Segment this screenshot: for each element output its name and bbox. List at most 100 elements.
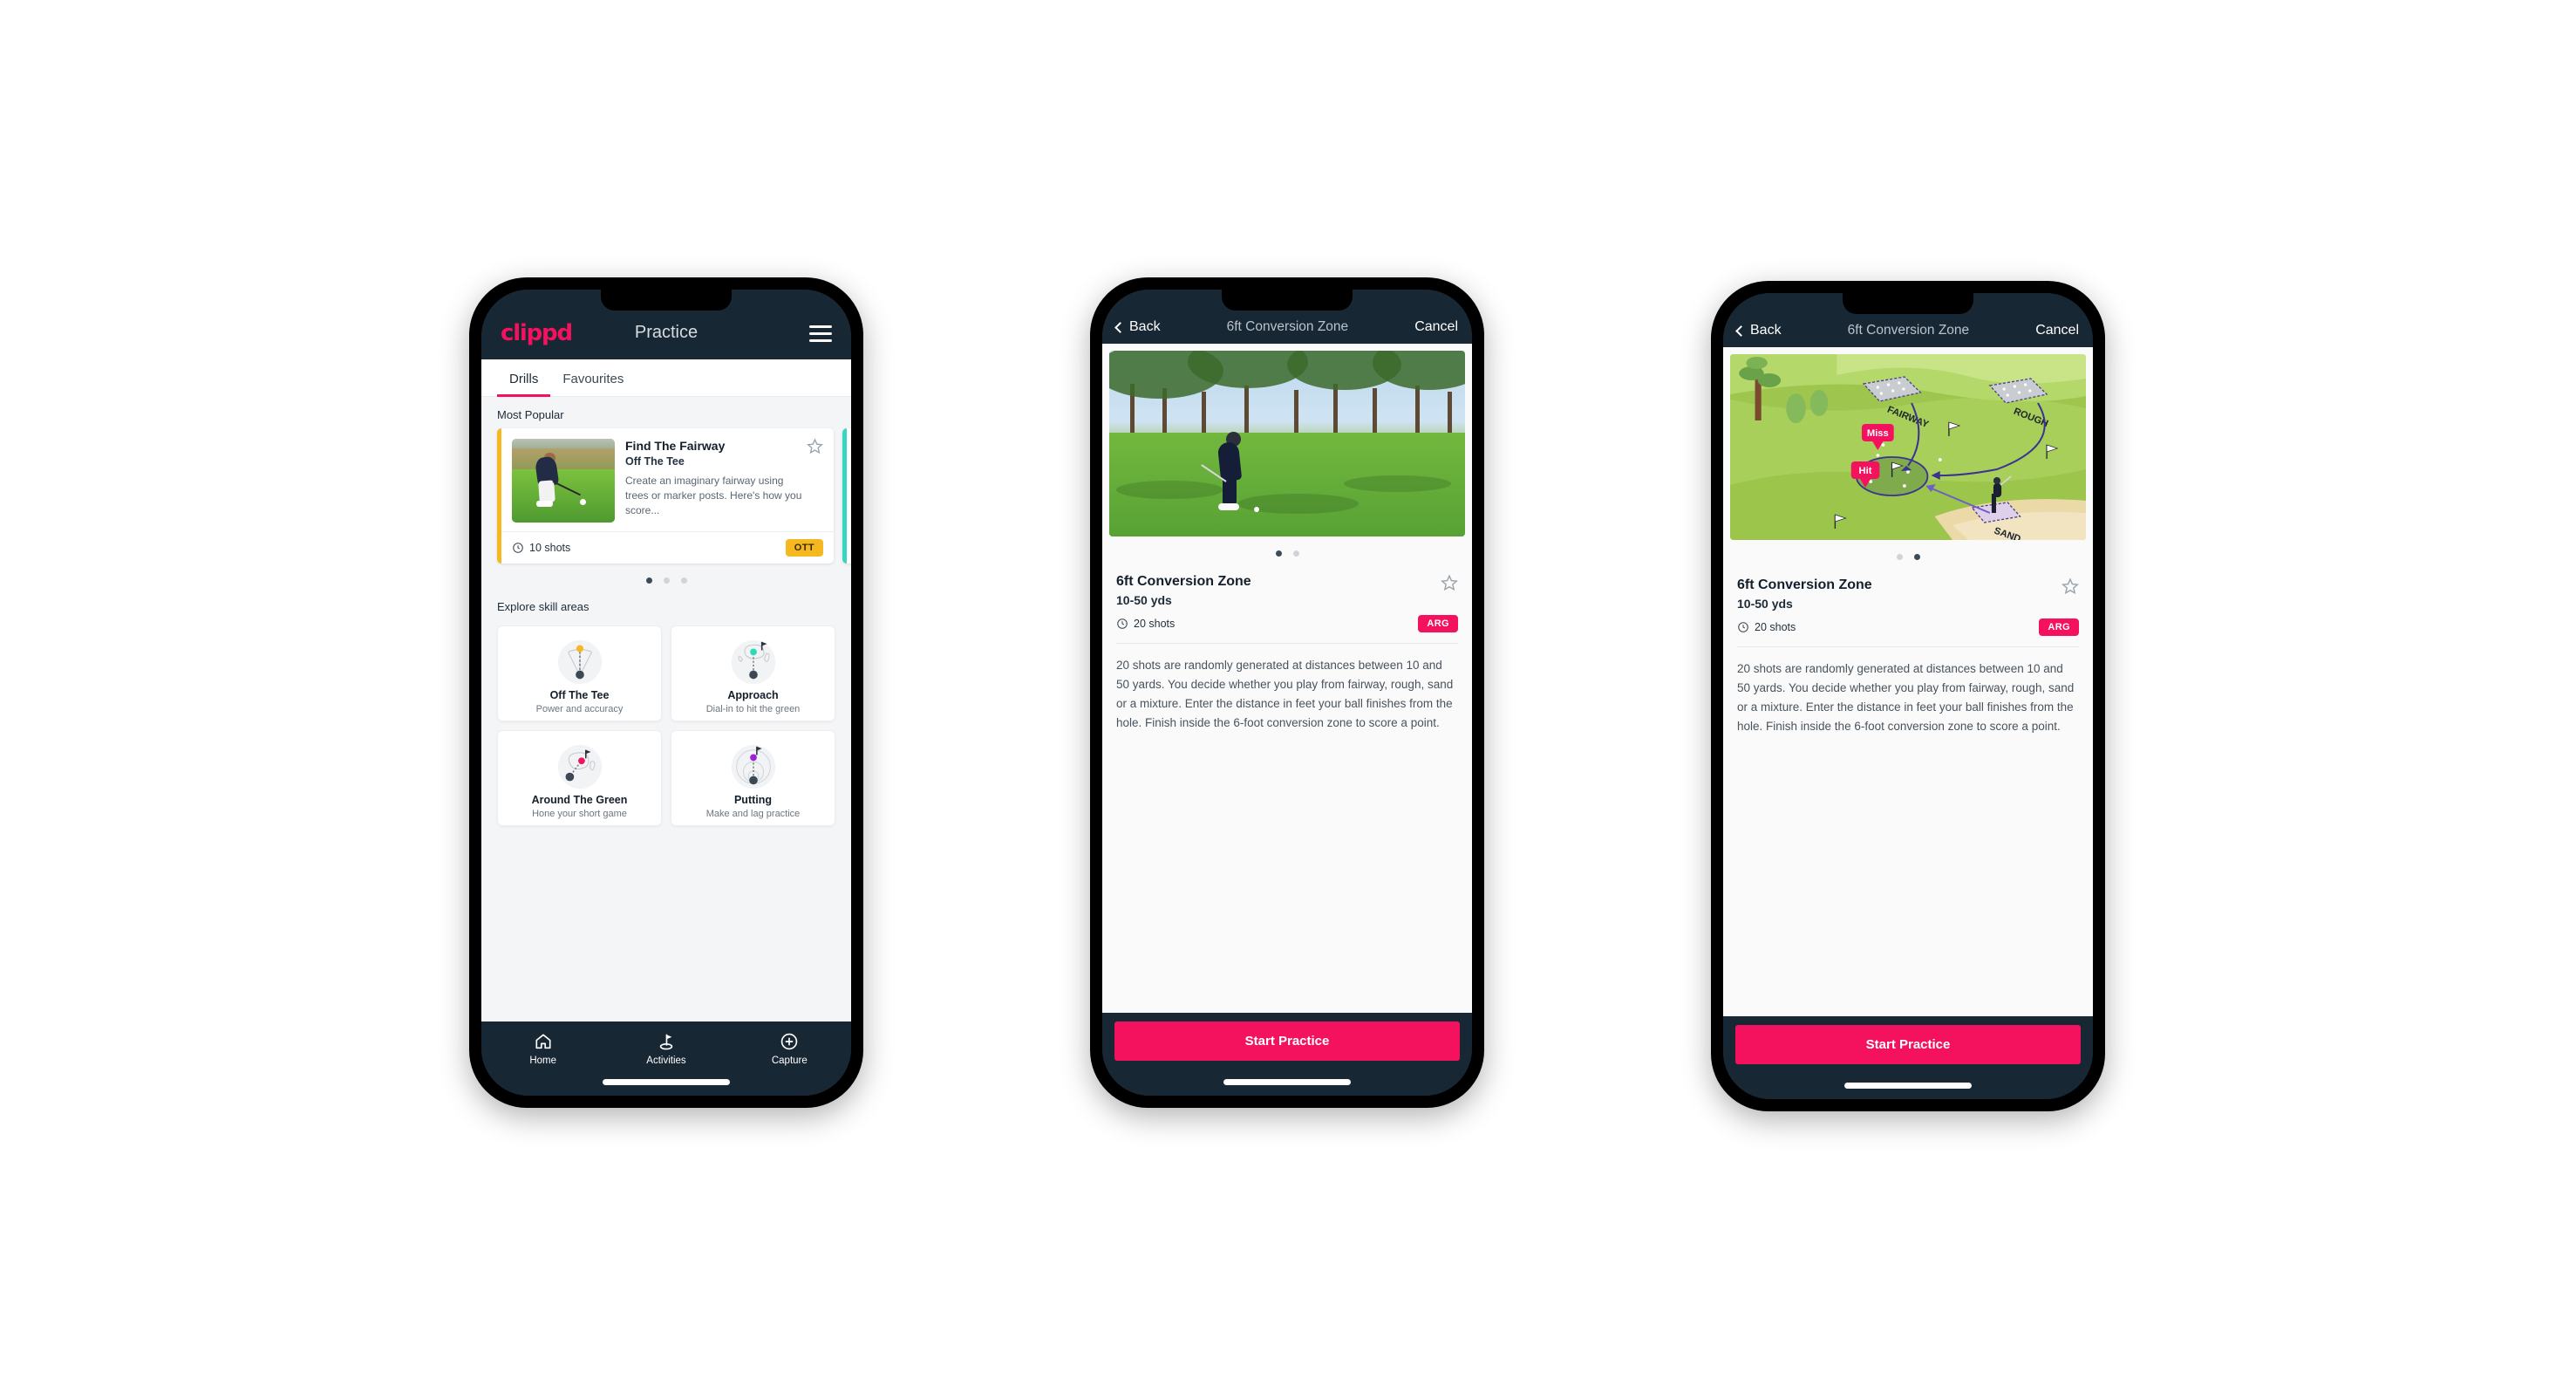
drill-detail-body: 6ft Conversion Zone 10-50 yds 20 shots A… <box>1102 344 1472 1013</box>
skill-card-putting[interactable]: Putting Make and lag practice <box>671 730 835 826</box>
hero-photo[interactable] <box>1109 351 1465 536</box>
phone-mockup-drill-detail-photo: Back 6ft Conversion Zone Cancel 6ft Conv… <box>1090 277 1484 1108</box>
drill-range: 10-50 yds <box>1116 593 1172 607</box>
carousel-dot[interactable] <box>663 577 670 584</box>
star-outline-icon[interactable] <box>2061 577 2079 595</box>
shots-count: 20 shots <box>1116 618 1175 630</box>
hero-wrapper: FAIRWAY ROUGH SAND Miss Hit <box>1723 347 2093 540</box>
phone-mockup-drill-detail-diagram: Back 6ft Conversion Zone Cancel FAIRWAY … <box>1711 281 2105 1111</box>
drill-card[interactable]: Find The Fairway Off The Tee Create an i… <box>497 428 834 564</box>
drill-thumbnail <box>512 439 615 523</box>
hero-carousel-dots <box>1102 536 1472 562</box>
skill-card-approach[interactable]: Approach Dial-in to hit the green <box>671 625 835 721</box>
drill-subtitle: Off The Tee <box>625 455 685 468</box>
phone-screen: Back 6ft Conversion Zone Cancel <box>1723 293 2093 1099</box>
shots-label: 20 shots <box>1755 621 1796 633</box>
phone-screen: Practice clippd Practice Drills Favourit… <box>481 290 851 1096</box>
carousel-dot[interactable] <box>1896 554 1903 560</box>
phone-mockup-practice-list: Practice clippd Practice Drills Favourit… <box>469 277 863 1108</box>
chevron-left-icon <box>1735 325 1747 337</box>
skill-badge: ARG <box>1418 615 1458 632</box>
nav-title: 6ft Conversion Zone <box>1847 323 1970 338</box>
clock-icon <box>1117 618 1128 629</box>
home-indicator <box>1223 1079 1351 1085</box>
skill-card-off-the-tee[interactable]: Off The Tee Power and accuracy <box>497 625 662 721</box>
skill-name: Off The Tee <box>549 689 610 701</box>
drill-card-next-peek[interactable] <box>842 428 851 564</box>
chevron-left-icon <box>1114 321 1126 333</box>
skill-desc: Dial-in to hit the green <box>705 704 801 714</box>
skill-desc: Hone your short game <box>532 809 627 819</box>
most-popular-carousel[interactable]: Find The Fairway Off The Tee Create an i… <box>481 428 851 564</box>
skill-badge: ARG <box>2039 618 2079 636</box>
skill-desc: Power and accuracy <box>535 704 624 714</box>
star-outline-icon[interactable] <box>1441 574 1458 591</box>
around-the-green-icon <box>553 741 607 792</box>
plus-circle-icon <box>728 1032 851 1051</box>
approach-icon <box>726 637 780 687</box>
clock-icon <box>513 543 523 553</box>
carousel-dot[interactable] <box>680 577 687 584</box>
drill-detail-header: 6ft Conversion Zone 10-50 yds 20 shots A… <box>1102 562 1472 632</box>
phone-screen: Back 6ft Conversion Zone Cancel <box>1102 290 1472 1096</box>
shots-label: 20 shots <box>1134 618 1176 630</box>
drill-card-top: Find The Fairway Off The Tee Create an i… <box>501 428 834 531</box>
nav-label: Capture <box>771 1056 808 1066</box>
putting-icon <box>726 741 780 792</box>
carousel-dot[interactable] <box>645 577 652 584</box>
carousel-dot[interactable] <box>1292 550 1299 557</box>
drill-description: 20 shots are randomly generated at dista… <box>1116 659 1454 729</box>
clippd-wordmark[interactable]: clippd <box>501 320 573 346</box>
golfer-figure <box>1201 430 1260 513</box>
drill-card-meta: Find The Fairway Off The Tee Create an i… <box>625 438 823 523</box>
nav-label: Home <box>529 1056 556 1066</box>
drill-description: Create an imaginary fairway using trees … <box>625 475 802 517</box>
skill-areas-grid: Off The Tee Power and accuracy Approach … <box>481 620 851 826</box>
cancel-button[interactable]: Cancel <box>2035 323 2079 338</box>
back-label: Back <box>1129 319 1161 334</box>
hamburger-icon[interactable] <box>809 325 832 342</box>
skill-name: Putting <box>733 794 773 806</box>
home-icon <box>481 1032 604 1051</box>
tab-bar: Drills Favourites <box>481 359 851 397</box>
skill-name: Approach <box>727 689 779 701</box>
svg-text:Hit: Hit <box>1859 466 1872 476</box>
hero-wrapper <box>1102 344 1472 536</box>
start-practice-button[interactable]: Start Practice <box>1114 1021 1460 1061</box>
hero-carousel-dots <box>1723 540 2093 565</box>
nav-label: Activities <box>646 1056 686 1066</box>
off-the-tee-icon <box>553 637 607 687</box>
back-button[interactable]: Back <box>1735 323 1782 338</box>
drill-range: 10-50 yds <box>1737 597 1793 611</box>
back-button[interactable]: Back <box>1114 319 1161 335</box>
back-label: Back <box>1750 323 1782 338</box>
carousel-dot[interactable] <box>1913 554 1920 560</box>
notch <box>1843 293 1973 314</box>
carousel-dot[interactable] <box>1275 550 1282 557</box>
notch <box>601 290 732 311</box>
skill-badge: OTT <box>785 539 823 557</box>
nav-item-home[interactable]: Home <box>481 1032 604 1066</box>
skill-card-around-the-green[interactable]: Around The Green Hone your short game <box>497 730 662 826</box>
drill-shots-row: 20 shots ARG <box>1116 615 1458 632</box>
home-indicator <box>1844 1083 1972 1089</box>
practice-content: Most Popular Find The Fairway Off The Te… <box>481 397 851 1021</box>
tab-drills[interactable]: Drills <box>497 359 551 397</box>
nav-item-capture[interactable]: Capture <box>728 1032 851 1066</box>
drill-title: 6ft Conversion Zone <box>1116 574 1251 589</box>
cancel-button[interactable]: Cancel <box>1414 319 1458 335</box>
skill-name: Around The Green <box>531 794 628 806</box>
skill-desc: Make and lag practice <box>705 809 801 819</box>
star-outline-icon[interactable] <box>807 438 823 454</box>
hero-diagram[interactable]: FAIRWAY ROUGH SAND Miss Hit <box>1730 354 2086 540</box>
tab-favourites[interactable]: Favourites <box>550 359 636 396</box>
mockup-stage: Practice clippd Practice Drills Favourit… <box>0 0 2576 1387</box>
explore-skill-areas-label: Explore skill areas <box>497 600 589 613</box>
drill-title: 6ft Conversion Zone <box>1737 577 1872 592</box>
shots-count: 20 shots <box>1737 621 1796 633</box>
nav-item-activities[interactable]: Activities <box>604 1032 727 1066</box>
nav-title: 6ft Conversion Zone <box>1226 319 1349 334</box>
most-popular-label: Most Popular <box>497 408 564 421</box>
start-practice-button[interactable]: Start Practice <box>1735 1025 2081 1064</box>
notch <box>1222 290 1353 311</box>
